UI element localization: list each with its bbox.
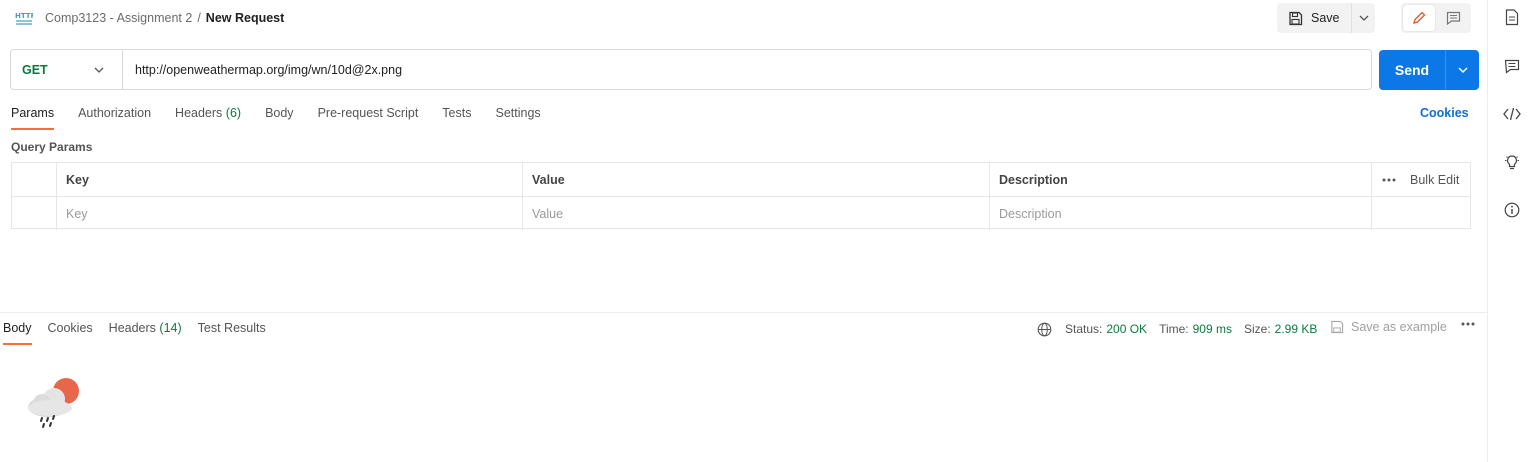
tab-authorization[interactable]: Authorization bbox=[78, 106, 151, 130]
http-icon: HTTP bbox=[15, 12, 33, 25]
response-tab-headers[interactable]: Headers (14) bbox=[109, 321, 182, 345]
response-tab-body[interactable]: Body bbox=[3, 321, 32, 345]
row-checkbox-cell bbox=[12, 197, 57, 230]
response-tab-test-results[interactable]: Test Results bbox=[198, 321, 266, 345]
url-bar: GET bbox=[10, 49, 1372, 90]
info-icon[interactable] bbox=[1503, 201, 1521, 219]
save-button[interactable]: Save bbox=[1277, 3, 1352, 33]
response-meta: Status: 200 OK Time: 909 ms Size: 2.99 KB bbox=[1037, 321, 1329, 337]
column-header-key: Key bbox=[57, 163, 523, 196]
save-as-example-button[interactable]: Save as example bbox=[1330, 320, 1447, 334]
tab-body[interactable]: Body bbox=[265, 106, 294, 130]
tab-label: Test Results bbox=[197, 321, 266, 335]
comments-icon[interactable] bbox=[1503, 57, 1521, 75]
tab-label: Params bbox=[11, 106, 55, 120]
cookies-link[interactable]: Cookies bbox=[1420, 106, 1469, 120]
save-label: Save bbox=[1311, 11, 1340, 25]
status-label: Status: bbox=[1065, 322, 1103, 336]
table-row: Key Value Description bbox=[12, 196, 1470, 230]
breadcrumb-collection[interactable]: Comp3123 - Assignment 2 bbox=[45, 11, 192, 25]
save-dropdown-button[interactable] bbox=[1352, 3, 1375, 33]
save-as-example-label: Save as example bbox=[1351, 320, 1447, 334]
url-input[interactable] bbox=[123, 50, 1371, 89]
weather-rain-sun-icon bbox=[28, 378, 79, 428]
size-label: Size: bbox=[1243, 322, 1271, 336]
tab-params[interactable]: Params bbox=[11, 106, 55, 130]
view-mode-toggle bbox=[1401, 3, 1471, 33]
status-value[interactable]: 200 OK bbox=[1106, 322, 1147, 336]
tab-count: (6) bbox=[225, 106, 242, 120]
request-tabs: Params Authorization Headers (6) Body Pr… bbox=[11, 106, 565, 130]
breadcrumb: Comp3123 - Assignment 2 / New Request bbox=[45, 11, 284, 25]
comment-icon bbox=[1446, 11, 1460, 25]
tab-headers[interactable]: Headers (6) bbox=[175, 106, 241, 130]
description-input[interactable]: Description bbox=[990, 197, 1372, 230]
tab-label: Headers bbox=[108, 321, 156, 335]
size-value[interactable]: 2.99 KB bbox=[1275, 322, 1318, 336]
chevron-down-icon bbox=[1359, 15, 1368, 21]
tab-label: Settings bbox=[495, 106, 541, 120]
tab-label: Cookies bbox=[47, 321, 93, 335]
row-actions-cell bbox=[1372, 197, 1470, 230]
save-icon bbox=[1289, 11, 1303, 25]
tab-settings[interactable]: Settings bbox=[495, 106, 540, 130]
query-params-title: Query Params bbox=[11, 140, 93, 154]
tab-label: Tests bbox=[442, 106, 472, 120]
send-dropdown-button[interactable] bbox=[1446, 50, 1479, 90]
globe-icon[interactable] bbox=[1037, 322, 1052, 337]
tab-label: Pre-request Script bbox=[317, 106, 419, 120]
tab-label: Headers bbox=[175, 106, 223, 120]
breadcrumb-separator: / bbox=[197, 11, 201, 25]
request-name[interactable]: New Request bbox=[206, 11, 285, 25]
request-header: HTTP Comp3123 - Assignment 2 / New Request… bbox=[0, 0, 1487, 36]
chevron-down-icon bbox=[1458, 67, 1467, 73]
edit-mode-button[interactable] bbox=[1403, 5, 1435, 31]
tab-label: Body bbox=[265, 106, 294, 120]
table-actions: Bulk Edit bbox=[1372, 163, 1470, 196]
column-header-value: Value bbox=[523, 163, 990, 196]
tab-label: Authorization bbox=[78, 106, 152, 120]
code-icon[interactable] bbox=[1503, 105, 1521, 123]
bulk-edit-button[interactable]: Bulk Edit bbox=[1410, 173, 1459, 187]
tab-tests[interactable]: Tests bbox=[442, 106, 471, 130]
response-divider[interactable] bbox=[0, 312, 1487, 313]
more-horizontal-icon[interactable] bbox=[1382, 178, 1396, 182]
column-header-description: Description bbox=[990, 163, 1372, 196]
table-header-row: Key Value Description Bulk Edit bbox=[12, 163, 1470, 196]
svg-text:HTTP: HTTP bbox=[15, 12, 33, 20]
right-sidebar bbox=[1487, 0, 1535, 462]
response-tabs: Body Cookies Headers (14) Test Results bbox=[3, 321, 282, 345]
send-group: Send bbox=[1379, 50, 1479, 90]
save-icon bbox=[1331, 320, 1344, 334]
method-label: GET bbox=[22, 62, 48, 77]
chevron-down-icon bbox=[94, 67, 104, 73]
response-tab-cookies[interactable]: Cookies bbox=[48, 321, 93, 345]
comments-mode-button[interactable] bbox=[1437, 5, 1469, 31]
lightbulb-icon[interactable] bbox=[1503, 153, 1521, 171]
checkbox-column bbox=[12, 163, 57, 196]
method-select[interactable]: GET bbox=[11, 50, 123, 89]
tab-label: Body bbox=[3, 321, 32, 335]
send-button[interactable]: Send bbox=[1379, 50, 1446, 90]
query-params-table: Key Value Description Bulk Edit Key Valu… bbox=[11, 162, 1471, 230]
documentation-icon[interactable] bbox=[1503, 8, 1521, 26]
value-input[interactable]: Value bbox=[523, 197, 990, 230]
more-horizontal-icon[interactable] bbox=[1461, 322, 1475, 326]
time-value[interactable]: 909 ms bbox=[1193, 322, 1232, 336]
time-label: Time: bbox=[1159, 322, 1189, 336]
tab-pre-request-script[interactable]: Pre-request Script bbox=[318, 106, 419, 130]
save-group: Save bbox=[1277, 3, 1375, 33]
pencil-icon bbox=[1413, 11, 1426, 24]
key-input[interactable]: Key bbox=[57, 197, 523, 230]
tab-count: (14) bbox=[159, 321, 182, 335]
